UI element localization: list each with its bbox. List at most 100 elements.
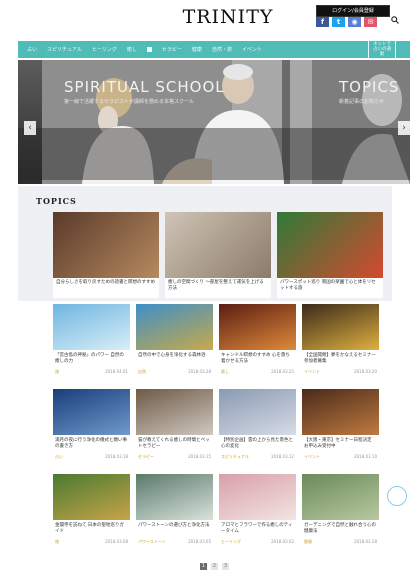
article-card[interactable]: キャンドル瞑想のすすめ 心を落ち着かせる方法癒し 2018.03.25 [219,304,296,382]
article-date: 2018.03.20 [354,369,377,374]
article-meta: 旅 2018.03.08 [53,537,130,545]
home-icon[interactable] [146,47,152,52]
article-thumbnail[interactable] [136,304,213,350]
article-card[interactable]: 【特別企画】雲の上から見た景色と心の変化スピリチュアル 2018.03.12 [219,389,296,467]
article-date: 2018.03.15 [188,454,211,459]
chevron-left-icon[interactable]: ‹ [24,121,36,135]
hero-subtitle: 第一線で活躍するセラピストが講師を務める本格スクール [64,99,195,105]
article-category[interactable]: ヒーリング [221,539,241,545]
article-card[interactable]: 自然の中で心身を浄化する森林浴自然 2018.03.28 [136,304,213,382]
article-title[interactable]: 満月の夜に行う浄化の儀式と願い事の書き方 [53,435,130,452]
article-card[interactable]: 【全国開催】夢をかなえるセミナー参加者募集イベント 2018.03.20 [302,304,379,382]
topic-caption[interactable]: 癒しの空間づくり 〜部屋を整えて運気を上げる方法 [165,278,271,294]
article-date: 2018.02.28 [354,539,377,544]
hero-title[interactable]: SPIRITUAL SCHOOL [64,78,225,96]
rss-icon[interactable]: ◉ [348,17,361,27]
article-date: 2018.03.10 [354,454,377,459]
login-button[interactable]: ログイン/会員登録 [316,5,390,17]
scroll-to-top-button[interactable] [387,486,407,506]
article-card[interactable]: ガーデニングで自然と触れ合う心の健康法健康 2018.02.28 [302,474,379,552]
article-thumbnail[interactable] [53,389,130,435]
article-date: 2018.03.18 [105,454,128,459]
topic-thumbnail[interactable] [53,212,159,278]
chevron-right-icon[interactable]: › [398,121,410,135]
article-thumbnail[interactable] [302,304,379,350]
article-date: 2018.03.28 [188,369,211,374]
nav-item[interactable]: セラピー [162,46,182,53]
topic-card[interactable]: 自分らしさを取り戻すための読書と瞑想のすすめ [53,212,159,298]
page-2-button[interactable]: 2 [211,563,218,570]
article-title[interactable]: 「宮古島の神秘」のパワー 自然の癒しの力 [53,350,130,367]
article-date: 2018.03.12 [271,454,294,459]
article-category[interactable]: イベント [304,369,320,375]
nav-item[interactable]: ヒーリング [92,46,117,53]
nav-item[interactable]: 占い [27,46,37,53]
article-thumbnail[interactable] [219,304,296,350]
article-meta: スピリチュアル 2018.03.12 [219,452,296,460]
article-thumbnail[interactable] [53,304,130,350]
article-meta: 癒し 2018.03.25 [219,367,296,375]
hero-caption-band [18,128,410,180]
article-meta: パワーストーン 2018.03.05 [136,537,213,545]
topic-thumbnail[interactable] [277,212,383,278]
topic-thumbnail[interactable] [165,212,271,278]
article-title[interactable]: 【特別企画】雲の上から見た景色と心の変化 [219,435,296,452]
topic-card[interactable]: 癒しの空間づくり 〜部屋を整えて運気を上げる方法 [165,212,271,298]
page-1-button[interactable]: 1 [200,563,207,570]
article-card[interactable]: アロマとフラワーで作る癒しのティータイム ヒーリング 2018.03.02 [219,474,296,552]
topic-caption[interactable]: 自分らしさを取り戻すための読書と瞑想のすすめ [53,278,159,294]
page-3-button[interactable]: 3 [222,563,229,570]
article-title[interactable]: アロマとフラワーで作る癒しのティータイム [219,520,296,537]
article-category[interactable]: パワーストーン [138,539,166,545]
nav-item[interactable]: 癒し [127,46,137,53]
nav-item[interactable]: 健康 [192,46,202,53]
article-category[interactable]: 癒し [221,369,229,375]
article-category[interactable]: イベント [304,454,320,460]
article-card[interactable]: 猫が教えてくれる癒しの時間とペットセラピーセラピー 2018.03.15 [136,389,213,467]
nav-item[interactable]: イベント [242,46,262,53]
article-card[interactable]: パワーストーンの選び方と浄化方法 パワーストーン 2018.03.05 [136,474,213,552]
nav-item[interactable]: 自然・旅 [212,46,232,53]
nav-item[interactable]: スピリチュアル [47,46,82,53]
twitter-icon[interactable]: t [332,17,345,27]
article-thumbnail[interactable] [136,474,213,520]
site-logo[interactable]: TRINITY [173,6,283,28]
article-title[interactable]: 自然の中で心身を浄化する森林浴 [136,350,213,367]
article-thumbnail[interactable] [219,389,296,435]
topic-card[interactable]: パワースポット巡り 南国の楽園で心と体をリセットする旅 [277,212,383,298]
topics-heading: TOPICS [36,196,77,206]
article-card[interactable]: 満月の夜に行う浄化の儀式と願い事の書き方占い 2018.03.18 [53,389,130,467]
article-category[interactable]: 占い [55,454,63,460]
article-category[interactable]: 自然 [138,369,146,375]
article-title[interactable]: 【大阪・東京】セミナー日程決定 お申込み受付中 [302,435,379,452]
article-title[interactable]: 猫が教えてくれる癒しの時間とペットセラピー [136,435,213,452]
article-category[interactable]: 旅 [55,539,59,545]
facebook-icon[interactable]: f [316,17,329,27]
article-category[interactable]: 健康 [304,539,312,545]
article-date: 2018.03.25 [271,369,294,374]
article-meta: 健康 2018.02.28 [302,537,379,545]
article-category[interactable]: スピリチュアル [221,454,249,460]
article-thumbnail[interactable] [136,389,213,435]
article-title[interactable]: 【全国開催】夢をかなえるセミナー参加者募集 [302,350,379,367]
article-card[interactable]: 「宮古島の神秘」のパワー 自然の癒しの力旅 2018.04.01 [53,304,130,382]
article-thumbnail[interactable] [219,474,296,520]
nav-cta-button[interactable]: ネットで占いの通販 [368,40,396,59]
article-category[interactable]: 旅 [55,369,59,375]
article-title[interactable]: パワーストーンの選び方と浄化方法 [136,520,213,537]
article-title[interactable]: 金閣寺を訪ねて 日本の聖地巡りガイド [53,520,130,537]
article-card[interactable]: 【大阪・東京】セミナー日程決定 お申込み受付中イベント 2018.03.10 [302,389,379,467]
article-title[interactable]: ガーデニングで自然と触れ合う心の健康法 [302,520,379,537]
article-card[interactable]: 金閣寺を訪ねて 日本の聖地巡りガイド旅 2018.03.08 [53,474,130,552]
search-icon[interactable] [391,16,399,24]
article-title[interactable]: キャンドル瞑想のすすめ 心を落ち着かせる方法 [219,350,296,367]
article-thumbnail[interactable] [302,474,379,520]
mail-icon[interactable]: ✉ [364,17,377,27]
hero-title-next[interactable]: TOPICS [339,78,399,96]
topic-caption[interactable]: パワースポット巡り 南国の楽園で心と体をリセットする旅 [277,278,383,294]
article-thumbnail[interactable] [302,389,379,435]
article-category[interactable]: セラピー [138,454,154,460]
article-thumbnail[interactable] [53,474,130,520]
article-date: 2018.04.01 [105,369,128,374]
article-meta: 自然 2018.03.28 [136,367,213,375]
